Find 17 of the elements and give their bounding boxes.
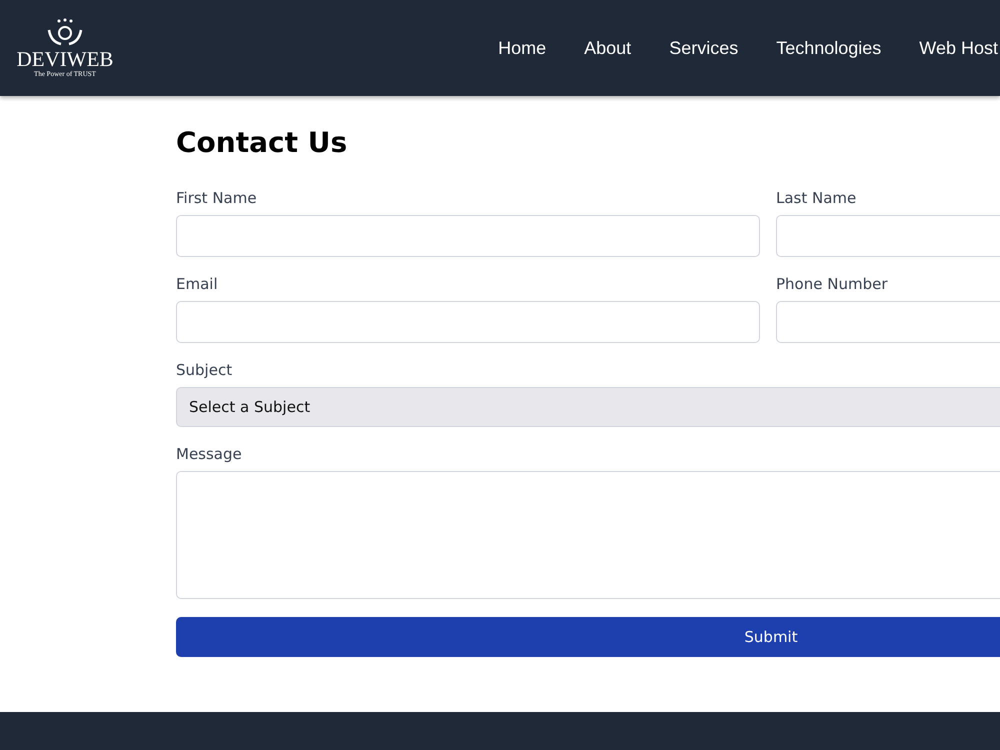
submit-button[interactable]: Submit xyxy=(176,617,1000,657)
field-label: Subject xyxy=(176,361,234,379)
nav-link[interactable]: Services xyxy=(669,38,738,58)
nav-link[interactable]: Home xyxy=(498,38,546,58)
field-label: Phone Number xyxy=(776,275,888,293)
input-field[interactable] xyxy=(176,301,760,343)
logo-wordmark[interactable]: DEVIWEB xyxy=(16,48,114,70)
subject-dropdown[interactable]: Select a Subject xyxy=(176,387,1000,427)
input-field[interactable] xyxy=(176,215,760,257)
nav-link[interactable]: About xyxy=(584,38,632,58)
nav-link[interactable]: Technologies xyxy=(776,38,882,58)
page-title: Contact Us xyxy=(176,126,348,159)
field-label: Message xyxy=(176,445,243,463)
field-label: Email xyxy=(176,275,219,293)
field-label: Last Name xyxy=(776,189,858,207)
field-label: First Name xyxy=(176,189,258,207)
nav-link[interactable]: Web Host xyxy=(919,38,998,58)
